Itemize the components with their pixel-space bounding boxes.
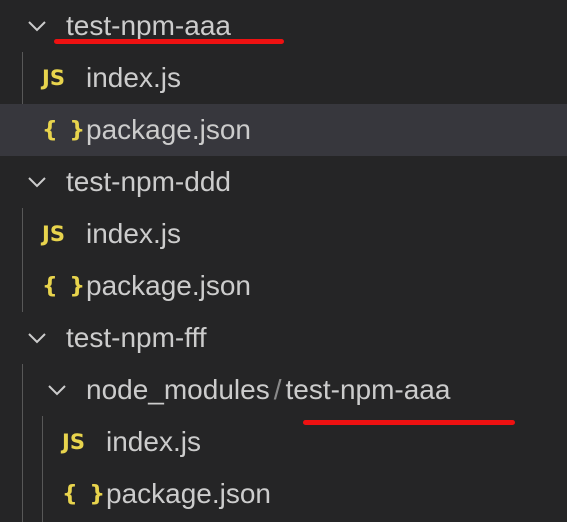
folder-label: test-npm-fff	[66, 322, 207, 353]
chevron-down-icon	[48, 385, 66, 396]
file-index-js[interactable]: JS index.js	[0, 416, 567, 468]
folder-label: test-npm-aaa	[66, 10, 231, 41]
chevron-down-icon	[28, 21, 46, 32]
file-label: index.js	[86, 218, 181, 249]
folder-label: node_modules	[86, 374, 270, 405]
folder-node-modules-test-npm-aaa[interactable]: node_modules / test-npm-aaa	[0, 364, 567, 416]
file-label: package.json	[86, 270, 252, 301]
file-index-js[interactable]: JS index.js	[0, 208, 567, 260]
file-package-json[interactable]: { } package.json	[0, 104, 567, 156]
folder-label: test-npm-ddd	[66, 166, 231, 197]
red-annotation-underline	[54, 39, 284, 44]
js-file-icon: JS	[62, 430, 85, 454]
file-label: package.json	[106, 478, 272, 509]
file-explorer: test-npm-aaa JS index.js { } package.jso…	[0, 0, 567, 522]
path-separator: /	[273, 374, 282, 405]
folder-test-npm-fff[interactable]: test-npm-fff	[0, 312, 567, 364]
file-package-json[interactable]: { } package.json	[0, 260, 567, 312]
json-file-icon: { }	[62, 481, 107, 507]
file-label: index.js	[106, 426, 201, 457]
js-file-icon: JS	[42, 222, 65, 246]
file-package-json[interactable]: { } package.json	[0, 468, 567, 520]
json-file-icon: { }	[42, 117, 87, 143]
nested-folder-label: test-npm-aaa	[285, 374, 451, 405]
json-file-icon: { }	[42, 273, 87, 299]
chevron-down-icon	[28, 177, 46, 188]
chevron-down-icon	[28, 333, 46, 344]
file-label: index.js	[86, 62, 181, 93]
folder-test-npm-aaa[interactable]: test-npm-aaa	[0, 0, 567, 52]
js-file-icon: JS	[42, 66, 65, 90]
file-label: package.json	[86, 114, 252, 145]
file-index-js[interactable]: JS index.js	[0, 52, 567, 104]
folder-test-npm-ddd[interactable]: test-npm-ddd	[0, 156, 567, 208]
